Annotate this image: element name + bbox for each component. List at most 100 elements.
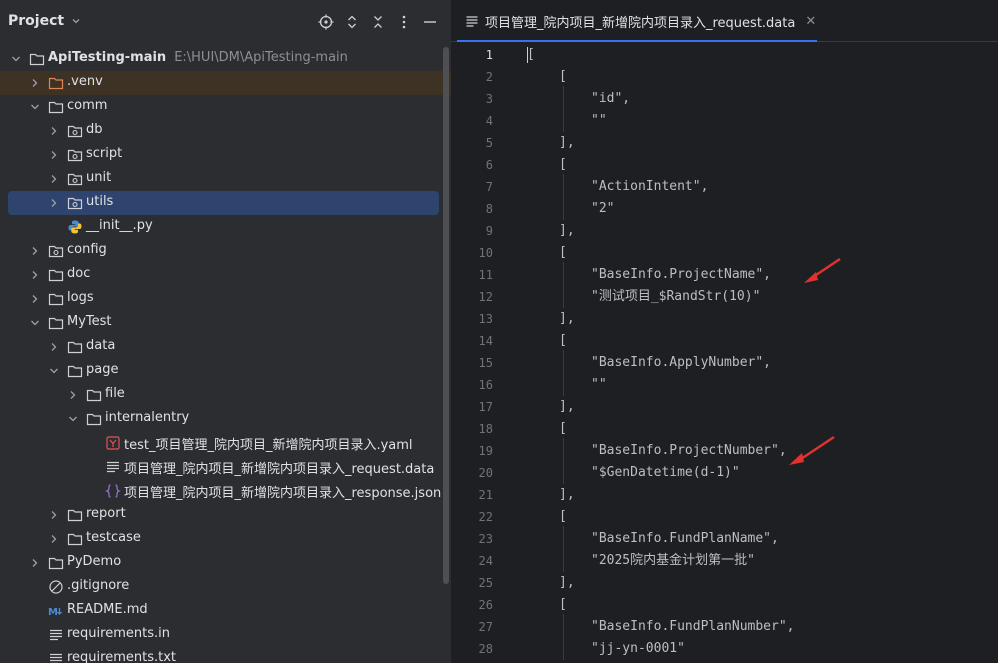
code-line: [ xyxy=(527,47,535,62)
tree-node[interactable]: ApiTesting-main E:\HUI\DM\ApiTesting-main xyxy=(0,47,451,71)
tree-node[interactable]: requirements.in xyxy=(0,623,451,647)
tree-node[interactable]: comm xyxy=(0,95,451,119)
project-tree: ApiTesting-main E:\HUI\DM\ApiTesting-main… xyxy=(0,47,451,663)
code-line: "" xyxy=(591,113,607,128)
code-line: [ xyxy=(559,597,567,612)
tree-node[interactable]: internalentry xyxy=(0,407,451,431)
editor-tab-bar: 项目管理_院内项目_新增院内项目录入_request.data ✕ xyxy=(451,0,998,42)
chevron-down-icon[interactable] xyxy=(48,365,60,377)
code-line: "2025院内基金计划第一批" xyxy=(591,553,755,568)
line-number: 13 xyxy=(478,312,493,326)
chevron-right-icon[interactable] xyxy=(29,557,41,569)
chevron-down-icon[interactable] xyxy=(29,101,41,113)
tree-node[interactable]: 项目管理_院内项目_新增院内项目录入_response.json xyxy=(0,479,451,503)
tree-node[interactable]: unit xyxy=(0,167,451,191)
chevron-down-icon[interactable] xyxy=(10,53,22,65)
tree-node-name: 项目管理_院内项目_新增院内项目录入_request.data xyxy=(124,462,435,477)
code-line: "BaseInfo.ProjectName", xyxy=(591,267,772,282)
chevron-right-icon[interactable] xyxy=(48,509,60,521)
tree-node[interactable]: file xyxy=(0,383,451,407)
editor-tab[interactable]: 项目管理_院内项目_新增院内项目录入_request.data ✕ xyxy=(451,0,816,42)
chevron-right-icon[interactable] xyxy=(48,197,60,209)
chevron-right-icon[interactable] xyxy=(48,173,60,185)
indent-guide xyxy=(563,86,564,132)
chevron-right-icon[interactable] xyxy=(48,149,60,161)
line-number: 16 xyxy=(478,378,493,392)
tree-node-name: unit xyxy=(86,170,112,185)
line-number: 20 xyxy=(478,466,493,480)
code-line: ], xyxy=(559,311,575,326)
tree-node[interactable]: test_项目管理_院内项目_新增院内项目录入.yaml xyxy=(0,431,451,455)
code-line: [ xyxy=(559,333,567,348)
tree-node-label: page xyxy=(86,362,118,377)
tree-node[interactable]: __init__.py xyxy=(0,215,451,239)
package-folder-icon xyxy=(67,173,83,186)
folder-icon xyxy=(86,389,102,402)
tree-node[interactable]: utils xyxy=(8,191,439,215)
tree-node[interactable]: testcase xyxy=(0,527,451,551)
code-line: "BaseInfo.FundPlanName", xyxy=(591,531,779,546)
tree-node[interactable]: MyTest xyxy=(0,311,451,335)
line-number: 8 xyxy=(485,202,493,216)
tree-node[interactable]: config xyxy=(0,239,451,263)
chevron-down-icon[interactable] xyxy=(67,413,79,425)
code-line: ], xyxy=(559,487,575,502)
tree-node[interactable]: db xyxy=(0,119,451,143)
code-line: "BaseInfo.ApplyNumber", xyxy=(591,355,772,370)
tree-node-label: PyDemo xyxy=(67,554,121,569)
tree-node[interactable]: doc xyxy=(0,263,451,287)
expand-collapse-icon[interactable] xyxy=(342,12,362,32)
minimize-icon[interactable] xyxy=(420,12,440,32)
collapse-all-icon[interactable] xyxy=(368,12,388,32)
chevron-right-icon[interactable] xyxy=(48,533,60,545)
folder-icon xyxy=(67,509,83,522)
tree-node-name: .venv xyxy=(67,74,103,89)
tree-node-label: doc xyxy=(67,266,90,281)
tree-node[interactable]: 项目管理_院内项目_新增院内项目录入_request.data xyxy=(0,455,451,479)
tree-node-name: README.md xyxy=(67,602,148,617)
project-panel-header: Project xyxy=(0,0,451,44)
tree-node-label: test_项目管理_院内项目_新增院内项目录入.yaml xyxy=(124,434,413,453)
code-line: [ xyxy=(559,69,567,84)
code-line: "jj-yn-0001" xyxy=(591,641,685,656)
tree-node[interactable]: .gitignore xyxy=(0,575,451,599)
indent-guide xyxy=(563,350,564,396)
tree-node-name: file xyxy=(105,386,125,401)
code-line: "ActionIntent", xyxy=(591,179,709,194)
tree-node-label: 项目管理_院内项目_新增院内项目录入_request.data xyxy=(124,458,434,477)
project-view-selector[interactable]: Project xyxy=(8,13,82,29)
folder-icon xyxy=(86,413,102,426)
tree-node[interactable]: page xyxy=(0,359,451,383)
tree-node[interactable]: report xyxy=(0,503,451,527)
text-file-icon xyxy=(50,629,62,641)
locate-icon[interactable] xyxy=(316,12,336,32)
chevron-right-icon[interactable] xyxy=(29,77,41,89)
tree-node[interactable]: M README.md xyxy=(0,599,451,623)
chevron-right-icon[interactable] xyxy=(29,269,41,281)
yaml-file-icon xyxy=(106,436,120,450)
active-tab-indicator xyxy=(457,40,817,42)
tree-node[interactable]: .venv xyxy=(0,71,451,95)
tree-node[interactable]: PyDemo xyxy=(0,551,451,575)
tree-node-name: logs xyxy=(67,290,94,305)
code-line: [ xyxy=(559,157,567,172)
tree-node-name: __init__.py xyxy=(86,218,153,233)
chevron-right-icon[interactable] xyxy=(48,125,60,137)
more-icon[interactable] xyxy=(394,12,414,32)
folder-icon xyxy=(48,317,64,330)
chevron-right-icon[interactable] xyxy=(29,293,41,305)
code-line: ], xyxy=(559,399,575,414)
close-icon[interactable]: ✕ xyxy=(805,14,816,29)
tree-node[interactable]: data xyxy=(0,335,451,359)
chevron-right-icon[interactable] xyxy=(48,341,60,353)
tree-node[interactable]: requirements.txt xyxy=(0,647,451,663)
tree-node-label: requirements.in xyxy=(67,626,170,641)
chevron-right-icon[interactable] xyxy=(67,389,79,401)
tree-node[interactable]: logs xyxy=(0,287,451,311)
code-content[interactable]: [["id", ""], ["ActionIntent", "2"], ["BaseIn… xyxy=(527,44,998,663)
tree-node[interactable]: script xyxy=(0,143,451,167)
scrollbar[interactable] xyxy=(443,47,449,584)
chevron-right-icon[interactable] xyxy=(29,245,41,257)
svg-text:M: M xyxy=(48,607,58,618)
chevron-down-icon[interactable] xyxy=(29,317,41,329)
